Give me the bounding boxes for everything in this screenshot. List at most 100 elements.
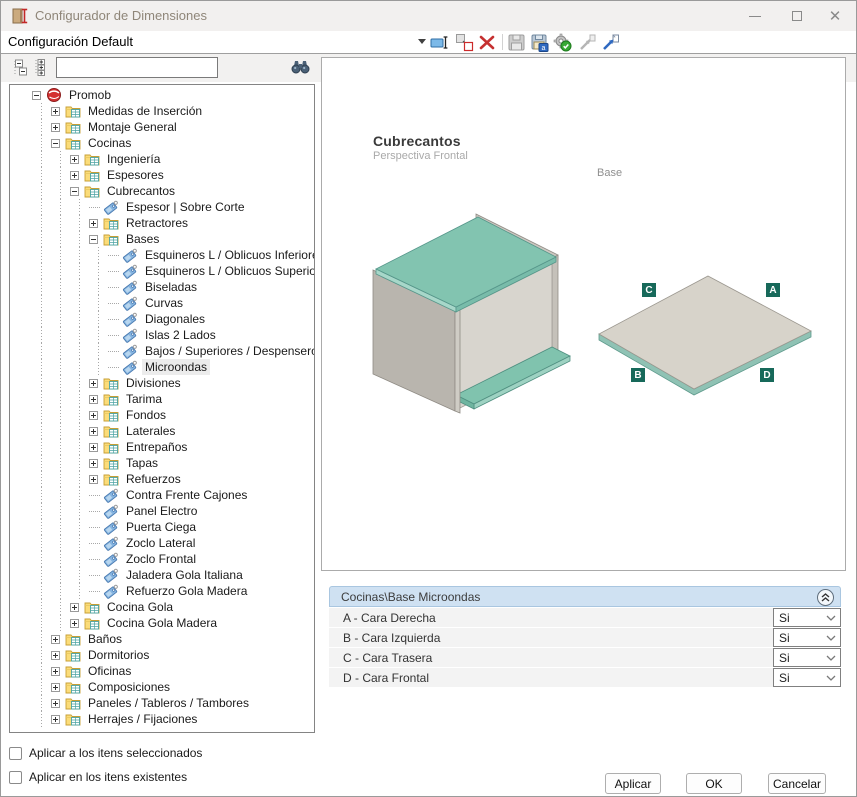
tree-item[interactable]: Panel Electro [10,503,314,519]
expand-toggle[interactable] [89,411,98,420]
expand-toggle[interactable] [89,395,98,404]
collapse-panel-button[interactable] [817,589,834,606]
tree-item[interactable]: Tarima [10,391,314,407]
tree-item[interactable]: Espesor | Sobre Corte [10,199,314,215]
tree-item[interactable]: Cubrecantos [10,183,314,199]
expand-toggle[interactable] [51,715,60,724]
expand-toggle[interactable] [89,459,98,468]
tree-item[interactable]: Zoclo Frontal [10,551,314,567]
tree-item[interactable]: Promob [10,87,314,103]
tree-item[interactable]: Islas 2 Lados [10,327,314,343]
expand-toggle[interactable] [51,651,60,660]
apply-config-icon[interactable] [553,33,572,52]
tree-item-label: Promob [66,87,114,103]
ok-button[interactable]: OK [686,773,742,794]
expand-toggle[interactable] [89,443,98,452]
expand-toggle[interactable] [51,123,60,132]
save-icon[interactable] [507,33,526,52]
maximize-button[interactable] [780,1,814,31]
tree-item[interactable]: Biseladas [10,279,314,295]
collapse-toggle[interactable] [32,91,41,100]
expand-toggle[interactable] [89,219,98,228]
tree-item[interactable]: Montaje General [10,119,314,135]
tree-item[interactable]: Cocinas [10,135,314,151]
expand-toggle[interactable] [51,667,60,676]
expand-toggle[interactable] [51,107,60,116]
property-value-dropdown[interactable]: Si [773,628,841,647]
configuration-select[interactable]: Configuración Default [8,34,133,49]
tree-item[interactable]: Espesores [10,167,314,183]
tree-item[interactable]: Ingeniería [10,151,314,167]
tree-item[interactable]: Entrepaños [10,439,314,455]
tree-item[interactable]: Retractores [10,215,314,231]
tree-guide-line [70,503,89,519]
property-value-dropdown[interactable]: Si [773,608,841,627]
tree-item[interactable]: Bases [10,231,314,247]
tree-guide-line [51,423,70,439]
expand-toggle[interactable] [70,171,79,180]
cancel-button[interactable]: Cancelar [768,773,826,794]
checkbox-apply-existing-items[interactable]: Aplicar en los itens existentes [9,770,187,784]
tree-item[interactable]: Esquineros L / Oblicuos Superiores [10,263,314,279]
collapse-all-icon[interactable] [11,59,28,76]
collapse-toggle[interactable] [51,139,60,148]
tree-item[interactable]: Bajos / Superiores / Despenseros [10,343,314,359]
checkbox-apply-selected-items[interactable]: Aplicar a los itens seleccionados [9,746,202,760]
tree-item[interactable]: Puerta Ciega [10,519,314,535]
checkbox-box[interactable] [9,747,22,760]
chevron-down-icon [826,634,836,642]
import-config-icon[interactable] [578,33,597,52]
tree-item[interactable]: Divisiones [10,375,314,391]
tree-item[interactable]: Refuerzo Gola Madera [10,583,314,599]
expand-all-icon[interactable] [33,59,50,76]
tree-item[interactable]: Oficinas [10,663,314,679]
tree-item[interactable]: Herrajes / Fijaciones [10,711,314,727]
search-input[interactable] [56,57,218,78]
find-icon[interactable] [291,58,310,75]
close-button[interactable]: ✕ [818,1,852,31]
tree-item[interactable]: Cocina Gola Madera [10,615,314,631]
folder-icon [103,471,119,487]
expand-toggle[interactable] [89,427,98,436]
tree-item[interactable]: Cocina Gola [10,599,314,615]
expand-toggle[interactable] [89,379,98,388]
property-value-dropdown[interactable]: Si [773,648,841,667]
tree-item[interactable]: Laterales [10,423,314,439]
expand-toggle[interactable] [51,683,60,692]
tree-item[interactable]: Curvas [10,295,314,311]
tree-item[interactable]: Dormitorios [10,647,314,663]
rename-icon[interactable] [430,33,449,52]
expand-toggle[interactable] [70,619,79,628]
property-value-dropdown[interactable]: Si [773,668,841,687]
tree-item[interactable]: Microondas [10,359,314,375]
tree-item[interactable]: Contra Frente Cajones [10,487,314,503]
copy-config-icon[interactable] [455,33,474,52]
config-dropdown-caret[interactable] [418,39,426,44]
tree-item[interactable]: Diagonales [10,311,314,327]
tree-item[interactable]: Fondos [10,407,314,423]
collapse-toggle[interactable] [70,187,79,196]
expand-toggle[interactable] [70,155,79,164]
tree-guide-line [32,375,51,391]
tree-item[interactable]: Jaladera Gola Italiana [10,567,314,583]
apply-button[interactable]: Aplicar [605,773,661,794]
tree-item[interactable]: Esquineros L / Oblicuos Inferiores [10,247,314,263]
tree-item[interactable]: Composiciones [10,679,314,695]
save-config-icon[interactable]: a [530,33,549,52]
tree-item[interactable]: Baños [10,631,314,647]
expand-toggle[interactable] [51,699,60,708]
tree-item-label: Herrajes / Fijaciones [85,711,200,727]
delete-config-icon[interactable] [478,33,497,52]
expand-toggle[interactable] [89,475,98,484]
expand-toggle[interactable] [51,635,60,644]
tree-item[interactable]: Paneles / Tableros / Tambores [10,695,314,711]
tree-item[interactable]: Refuerzos [10,471,314,487]
collapse-toggle[interactable] [89,235,98,244]
tree-item[interactable]: Medidas de Inserción [10,103,314,119]
checkbox-box[interactable] [9,771,22,784]
tree-item[interactable]: Tapas [10,455,314,471]
tree-item[interactable]: Zoclo Lateral [10,535,314,551]
minimize-button[interactable] [738,1,772,31]
export-config-icon[interactable] [601,33,620,52]
expand-toggle[interactable] [70,603,79,612]
